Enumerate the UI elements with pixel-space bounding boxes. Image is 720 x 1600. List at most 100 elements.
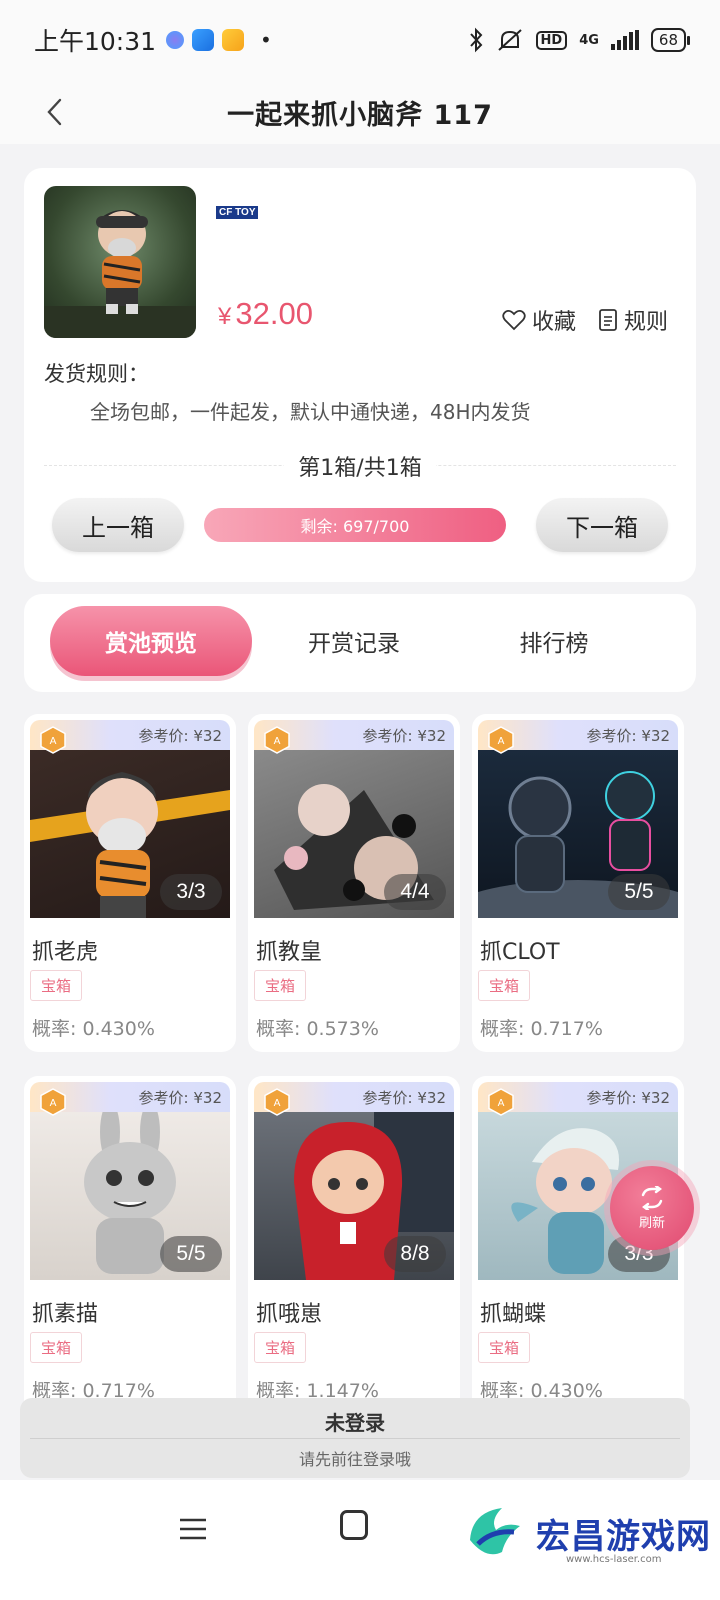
svg-text:A: A [50,1098,57,1109]
signal-icon [610,30,639,50]
prize-name: 抓CLOT [480,940,560,965]
favorite-button[interactable]: 收藏 [502,304,576,336]
currency-symbol: ¥ [218,303,232,330]
login-prompt[interactable]: 未登录 请先前往登录哦 [20,1398,690,1478]
status-time: 上午10:31 [34,27,157,56]
brand-logo: CF TOY [216,206,259,219]
stock-count: 4/4 [384,874,446,910]
reference-price: 参考价: ¥32 [586,727,670,745]
svg-text:A: A [498,736,505,747]
prize-tag: 宝箱 [30,1332,83,1363]
price-value: 32.00 [235,296,313,331]
app-blue-icon [192,29,215,51]
remaining-label: 剩余: 697/700 [300,517,410,536]
page-header: 一起来抓小脑斧 117 [0,80,720,144]
toy-figure-illustration [44,210,196,338]
prize-card[interactable]: A 参考价: ¥32 5/5 抓素描 宝箱 概率: 0.717% [24,1076,236,1404]
watermark-text: 宏昌游戏网 [536,1516,711,1557]
battery-indicator: 68 [650,28,691,52]
document-icon [599,309,617,331]
rules-label: 规则 [623,310,668,335]
mute-icon [497,29,522,51]
status-bar: 上午10:31 • HD 4G 68 [0,0,720,80]
tab-draw-records[interactable]: 开赏记录 [264,606,444,676]
watermark-logo-icon [470,1508,520,1555]
rarity-badge-icon: A [40,726,66,754]
prize-tag: 宝箱 [478,970,531,1001]
prize-tag: 宝箱 [254,1332,307,1363]
tab-bar: 赏池预览 开赏记录 排行榜 [24,594,696,692]
reference-price: 参考价: ¥32 [362,1089,446,1107]
watermark-url: www.hcs-laser.com [566,1554,662,1565]
prize-tag: 宝箱 [478,1332,531,1363]
box-index: 第1箱/共1箱 [24,450,696,482]
menu-icon[interactable] [178,1514,208,1544]
login-title: 未登录 [325,1411,385,1435]
home-icon[interactable] [340,1510,368,1540]
favorite-label: 收藏 [531,310,576,335]
bluetooth-icon [469,27,482,53]
stock-count: 3/3 [160,874,222,910]
app-yellow-icon [222,29,245,51]
dot-icon: • [260,28,272,52]
prize-card[interactable]: A 参考价: ¥32 8/8 抓哦崽 宝箱 概率: 1.147% [248,1076,460,1404]
network-label: 4G [579,32,599,48]
tab-leaderboard[interactable]: 排行榜 [464,606,644,676]
prize-grid: A 参考价: ¥32 3/3 抓老虎 宝箱 概率: 0.430% A 参考价: … [24,714,696,1404]
heart-icon [502,310,526,331]
login-subtitle: 请先前往登录哦 [298,1450,411,1469]
box-index-label: 第1箱/共1箱 [284,456,436,481]
svg-text:A: A [274,736,281,747]
shipping-text: 全场包邮，一件起发，默认中通快递，48H内发货 [90,400,531,424]
page-title: 一起来抓小脑斧 117 [227,99,493,131]
svg-text:A: A [50,736,57,747]
prize-name: 抓素描 [32,1302,99,1327]
reference-price: 参考价: ¥32 [586,1089,670,1107]
hd-icon: HD [535,30,568,50]
remaining-progress: 剩余: 697/700 [204,508,506,542]
status-right: HD 4G 68 [468,27,691,53]
next-box-button[interactable]: 下一箱 [536,498,668,552]
product-price: ¥32.00 [218,296,313,332]
svg-text:A: A [498,1098,505,1109]
product-card: CF TOY ¥32.00 收藏 规则 发货规则： 全场包邮，一件起发，默认中通… [24,168,696,582]
svg-text:A: A [274,1098,281,1109]
status-app-icons: • [166,28,272,52]
refresh-button[interactable]: 刷新 [610,1166,694,1250]
prize-probability: 概率: 0.717% [480,1018,603,1040]
divider [30,1438,680,1439]
reference-price: 参考价: ¥32 [362,727,446,745]
prize-name: 抓哦崽 [256,1302,323,1327]
product-image[interactable] [44,186,196,338]
refresh-icon [641,1185,663,1210]
chevron-left-icon[interactable] [40,94,70,130]
tab-prize-pool[interactable]: 赏池预览 [50,606,252,676]
prize-probability: 概率: 0.573% [256,1018,379,1040]
prize-card[interactable]: A 参考价: ¥32 5/5 抓CLOT 宝箱 概率: 0.717% [472,714,684,1052]
prize-tag: 宝箱 [254,970,307,1001]
prev-box-button[interactable]: 上一箱 [52,498,184,552]
prize-tag: 宝箱 [30,970,83,1001]
stock-count: 5/5 [608,874,670,910]
prize-name: 抓蝴蝶 [480,1302,547,1327]
stock-count: 5/5 [160,1236,222,1272]
prize-card[interactable]: A 参考价: ¥32 3/3 抓老虎 宝箱 概率: 0.430% [24,714,236,1052]
rarity-badge-icon: A [488,726,514,754]
stock-count: 8/8 [384,1236,446,1272]
rarity-badge-icon: A [488,1088,514,1116]
cloud-icon [166,31,185,49]
rules-button[interactable]: 规则 [598,304,668,336]
prize-name: 抓老虎 [32,940,99,965]
refresh-label: 刷新 [638,1215,665,1231]
rarity-badge-icon: A [264,1088,290,1116]
prize-name: 抓教皇 [256,940,323,965]
watermark: 宏昌游戏网 www.hcs-laser.com [462,1500,711,1566]
rarity-badge-icon: A [40,1088,66,1116]
product-actions: 收藏 规则 [502,304,668,336]
prize-probability: 概率: 0.430% [32,1018,155,1040]
system-nav-bar: 宏昌游戏网 www.hcs-laser.com [0,1480,720,1600]
reference-price: 参考价: ¥32 [138,1089,222,1107]
prize-card[interactable]: A 参考价: ¥32 4/4 抓教皇 宝箱 概率: 0.573% [248,714,460,1052]
reference-price: 参考价: ¥32 [138,727,222,745]
rarity-badge-icon: A [264,726,290,754]
